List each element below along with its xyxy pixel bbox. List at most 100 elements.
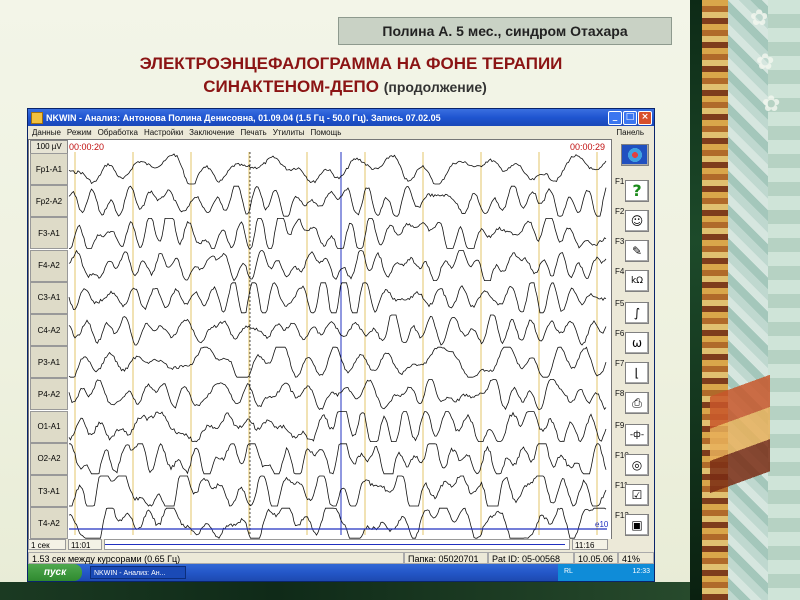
function-key-button-f1[interactable]: F1? [615, 177, 649, 202]
eeg-channel-trace [68, 346, 607, 378]
function-key-button-f8[interactable]: F8 ⎙ [615, 389, 649, 414]
function-key-label: F1 [615, 177, 625, 186]
amplitude-scale-label[interactable]: 100 µV [30, 140, 68, 154]
menu-item-mode[interactable]: Режим [67, 128, 92, 137]
channel-label[interactable]: T3-A1 [30, 475, 68, 507]
function-key-button-map[interactable] [615, 141, 649, 166]
function-key-button-f10[interactable]: F10 ◎ [615, 451, 649, 476]
function-key-label: F5 [615, 299, 625, 308]
time-start-label: 00:00:20 [69, 142, 105, 152]
nkwin-window: NKWIN - Анализ: Антонова Полина Денисовн… [27, 108, 655, 582]
printer-icon: ⎙ [625, 392, 649, 414]
menu-item-data[interactable]: Данные [32, 128, 61, 137]
taskbar-app-button[interactable]: NKWIN - Анализ: Ан... [90, 566, 186, 579]
folder-info: Папка: 05020701 [404, 552, 488, 564]
eeg-channel-trace [68, 153, 607, 185]
function-key-button-f4[interactable]: F4 kΩ [615, 267, 649, 292]
menu-item-print[interactable]: Печать [241, 128, 267, 137]
checklist-icon: ☑ [625, 484, 649, 506]
dipole-icon: -ф- [625, 424, 649, 446]
slide-title-main: СИНАКТЕНОМ-ДЕПО [203, 77, 379, 96]
channel-label[interactable]: P3-A1 [30, 346, 68, 379]
function-key-label: F7 [615, 359, 625, 368]
menu-item-settings[interactable]: Настройки [144, 128, 183, 137]
status-bar: 1.53 сек между курсорами (0.65 Гц) Папка… [28, 552, 654, 564]
minimize-button[interactable]: _ [608, 111, 622, 125]
menu-item-processing[interactable]: Обработка [98, 128, 138, 137]
patient-id: Pat ID: 05-00568 [488, 552, 574, 564]
function-key-button-f2[interactable]: F2 ☺ [615, 207, 649, 232]
help-icon: ? [625, 180, 649, 202]
function-key-label: F4 [615, 267, 625, 276]
language-indicator[interactable]: RL [564, 568, 573, 575]
channel-label[interactable]: P4-A2 [30, 378, 68, 411]
tool-side-panel: F1? F2 ☺ F3 ✎ F4 kΩ F5 ∫ F6 ω F7 ⌊ F8 ⎙ F9 -ф- F10 ◎ F11 ☑ F1… [612, 139, 652, 538]
patient-label: Полина А. 5 мес., синдром Отахара [338, 17, 672, 45]
menu-item-utilities[interactable]: Утилиты [273, 128, 305, 137]
eeg-channel-trace [68, 185, 607, 217]
maximize-button[interactable]: □ [623, 111, 637, 125]
system-tray: RL 12:33 [558, 564, 654, 581]
channel-label[interactable]: C3-A1 [30, 281, 68, 314]
window-titlebar[interactable]: NKWIN - Анализ: Антонова Полина Денисовн… [28, 109, 654, 126]
channel-label[interactable]: C4-A2 [30, 314, 68, 346]
eeg-channel-trace [69, 218, 607, 249]
start-label: пуск [43, 567, 67, 578]
slide-title-suffix: (продолжение) [383, 79, 487, 95]
function-key-button-f7[interactable]: F7 ⌊ [615, 359, 649, 384]
tray-clock: 12:33 [632, 568, 650, 575]
face-icon: ☺ [625, 210, 649, 232]
channel-label[interactable]: Fp1-A1 [30, 153, 68, 185]
channel-label[interactable]: F4-A2 [30, 249, 68, 282]
channel-label[interactable]: O2-A2 [30, 442, 68, 475]
slide-title-line2: СИНАКТЕНОМ-ДЕПО (продолжение) [0, 77, 690, 97]
eeg-channel-trace [69, 443, 607, 475]
eeg-channel-trace [68, 379, 607, 411]
event-marker-label: e10 [595, 520, 609, 529]
menu-item-conclusion[interactable]: Заключение [189, 128, 234, 137]
eeg-trace-area[interactable]: 100 µV Fp1-A1 Fp2-A2 F3-A1 F4-A2 C3-A1 C4-A2 P… [28, 139, 612, 540]
function-key-button-f6[interactable]: F6 ω [615, 329, 649, 354]
function-key-label: F8 [615, 389, 625, 398]
cursor-info: 1.53 сек между курсорами (0.65 Гц) [28, 552, 404, 564]
menu-bar: Данные Режим Обработка Настройки Заключе… [28, 126, 654, 139]
curve-icon: ∫ [625, 302, 649, 324]
graph-icon: ⌊ [625, 362, 649, 384]
channel-label[interactable]: O1-A1 [30, 410, 68, 443]
function-key-button-f9[interactable]: F9 -ф- [615, 421, 649, 446]
timeline-scrollbar[interactable] [104, 539, 570, 550]
eeg-channel-trace [68, 282, 607, 314]
slide-title-line1: ЭЛЕКТРОЭНЦЕФАЛОГРАММА НА ФОНЕ ТЕРАПИИ [139, 54, 563, 73]
decorative-bottom-strip [0, 582, 690, 600]
eeg-channel-trace [68, 249, 607, 282]
channel-label[interactable]: F3-A1 [30, 217, 68, 250]
eeg-channel-trace [69, 475, 607, 507]
monitor-icon: ▣ [625, 514, 649, 536]
flower-ornament-icon: ✿ [750, 6, 769, 31]
eeg-channel-trace [68, 507, 607, 539]
eeg-channel-trace [68, 411, 607, 443]
function-key-button-f12[interactable]: F12 ▣ [615, 511, 649, 536]
timeline-bar: 1 сек 11:01 11:16 [28, 539, 654, 551]
function-key-button-f5[interactable]: F5 ∫ [615, 299, 649, 324]
progress-percent: 41% [618, 552, 654, 564]
channel-label[interactable]: T4-A2 [30, 507, 68, 540]
start-button[interactable]: пуск [28, 564, 82, 581]
time-scale[interactable]: 1 сек [28, 539, 66, 550]
record-date: 10.05.06 [574, 552, 618, 564]
timeline-track [105, 544, 565, 545]
globe-icon: ◎ [625, 454, 649, 476]
page-end-time: 11:16 [572, 539, 608, 550]
function-key-button-f11[interactable]: F11 ☑ [615, 481, 649, 506]
function-key-button-f3[interactable]: F3 ✎ [615, 237, 649, 262]
close-button[interactable]: × [638, 111, 652, 125]
impedance-icon: kΩ [625, 270, 649, 292]
page-start-time: 11:01 [68, 539, 102, 550]
channel-label[interactable]: Fp2-A2 [30, 185, 68, 218]
menu-item-panel[interactable]: Панель [616, 128, 644, 137]
flower-ornament-icon: ✿ [762, 92, 781, 117]
menu-item-help[interactable]: Помощь [310, 128, 341, 137]
eeg-channel-trace [68, 314, 607, 346]
time-end-label: 00:00:29 [570, 142, 606, 152]
eeg-traces [68, 152, 607, 539]
